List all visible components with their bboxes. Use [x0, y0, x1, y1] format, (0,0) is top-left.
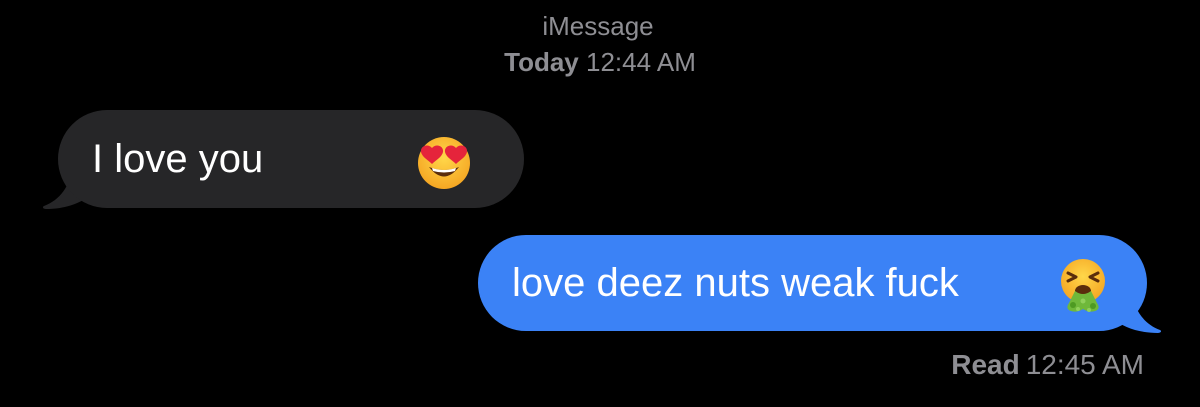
conversation-view: iMessage Today 12:44 AM I love you love … — [0, 0, 1200, 407]
conversation-header: iMessage Today 12:44 AM — [0, 8, 1200, 80]
message-bubble-incoming[interactable]: I love you — [58, 110, 524, 208]
timestamp-day: Today — [504, 47, 579, 77]
vomiting-face-icon — [1061, 259, 1105, 312]
service-label: iMessage — [542, 11, 654, 41]
heart-eyes-icon — [418, 137, 470, 189]
message-text: I love you — [92, 137, 264, 181]
read-receipt: Read 12:45 AM — [951, 346, 1144, 384]
timestamp-time: 12:44 AM — [586, 47, 696, 77]
read-status: Read — [951, 349, 1020, 380]
message-text: love deez nuts weak fuck — [512, 261, 959, 305]
read-time: 12:45 AM — [1025, 349, 1144, 380]
conversation-timestamp: Today 12:44 AM — [0, 44, 1200, 80]
message-bubble-outgoing[interactable]: love deez nuts weak fuck — [478, 235, 1147, 331]
